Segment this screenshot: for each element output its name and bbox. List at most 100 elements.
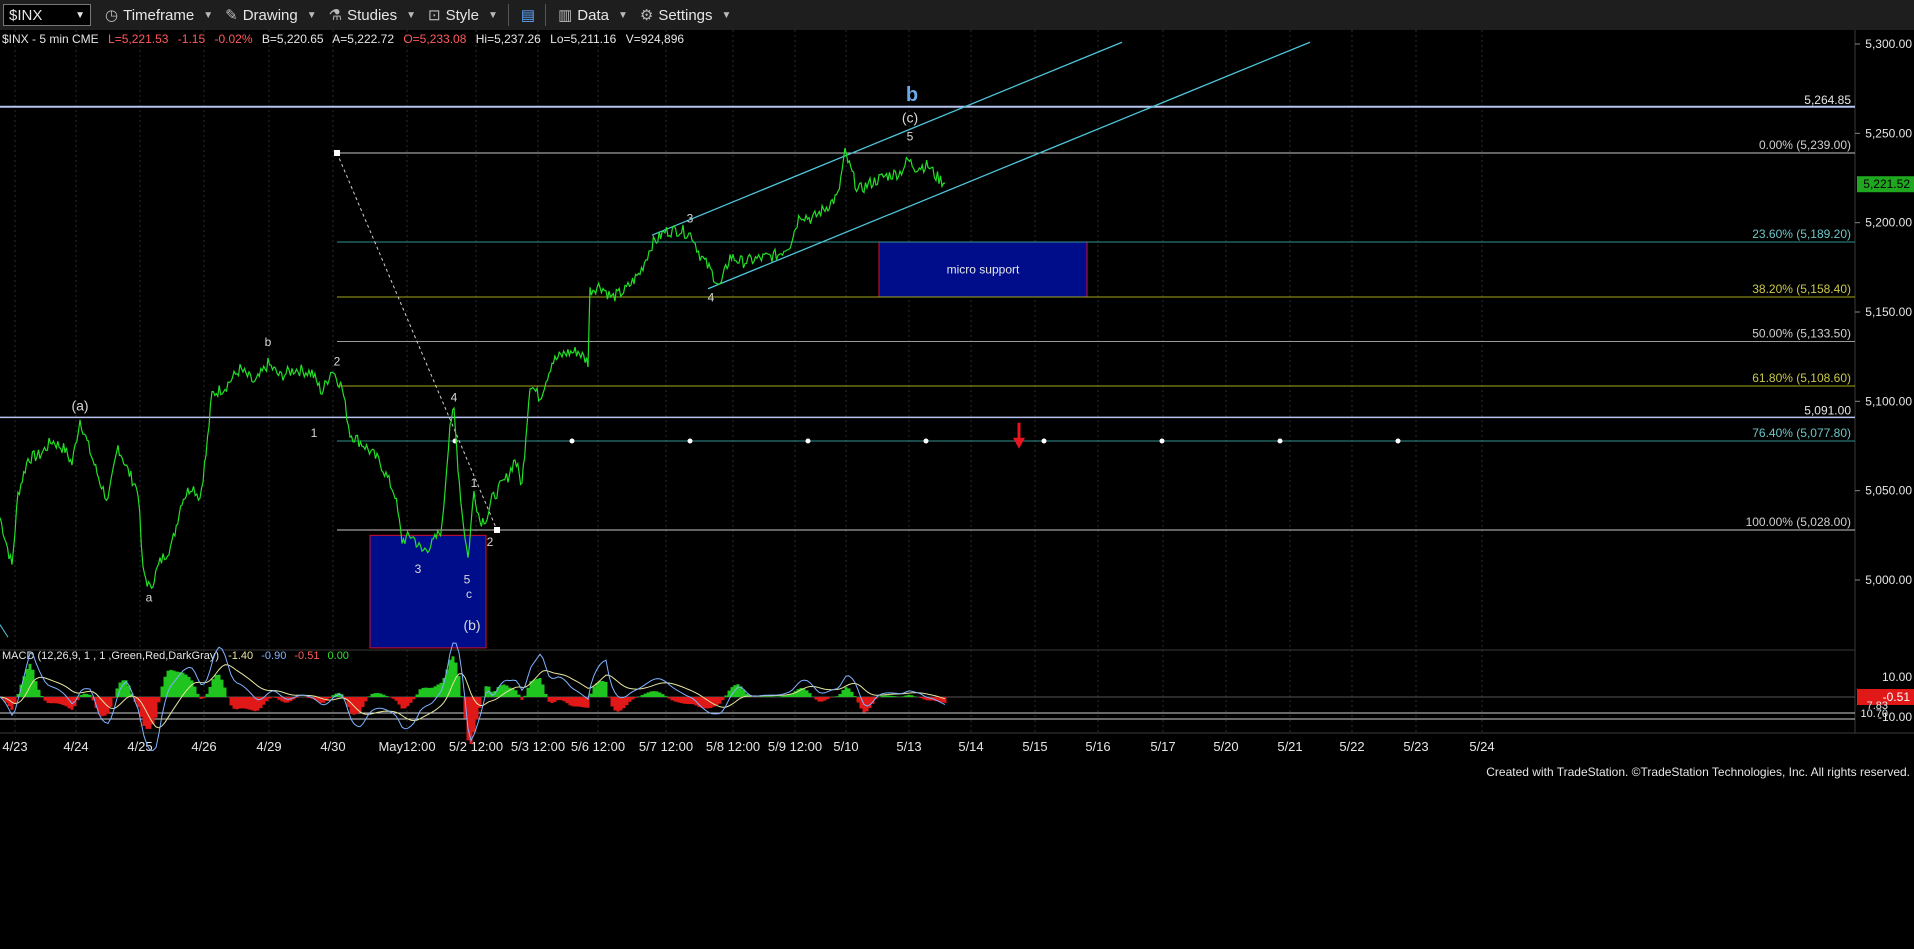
wave-label: 5 bbox=[464, 573, 471, 587]
x-tick-label: 5/21 bbox=[1277, 739, 1302, 754]
x-tick-label: 5/13 bbox=[896, 739, 921, 754]
chevron-down-icon: ▼ bbox=[721, 9, 732, 21]
x-tick-label: 5/17 bbox=[1150, 739, 1175, 754]
fib-level-label: 61.80% (5,108.60) bbox=[1752, 371, 1851, 385]
x-tick-label: 5/16 bbox=[1085, 739, 1110, 754]
header-bid: B=5,220.65 bbox=[262, 32, 324, 46]
x-tick-label: 5/3 12:00 bbox=[511, 739, 565, 754]
header-ask: A=5,222.72 bbox=[332, 32, 394, 46]
fib-level-label: 0.00% (5,239.00) bbox=[1759, 138, 1851, 152]
header-open: O=5,233.08 bbox=[403, 32, 466, 46]
header-low: Lo=5,211.16 bbox=[550, 32, 617, 46]
wave-label: 1 bbox=[311, 426, 318, 440]
fib-level-label: 23.60% (5,189.20) bbox=[1752, 227, 1851, 241]
target-dot bbox=[1041, 438, 1047, 444]
target-dot bbox=[1277, 438, 1283, 444]
wave-label: b bbox=[265, 335, 272, 349]
x-tick-label: 5/10 bbox=[833, 739, 858, 754]
wave-label: 2 bbox=[487, 535, 494, 549]
chart-background bbox=[0, 30, 1914, 949]
x-tick-label: May12:00 bbox=[378, 739, 435, 754]
divider bbox=[545, 4, 547, 26]
wave-label: c bbox=[466, 587, 472, 601]
studies-button[interactable]: ⚗ Studies ▼ bbox=[328, 6, 416, 25]
clock-icon: ◷ bbox=[105, 7, 119, 24]
wave-label: a bbox=[146, 590, 153, 604]
x-tick-label: 4/23 bbox=[2, 739, 27, 754]
style-icon: ⊡ bbox=[428, 7, 441, 24]
target-dot bbox=[569, 438, 575, 444]
style-label: Style bbox=[445, 6, 479, 24]
header-high: Hi=5,237.26 bbox=[476, 32, 541, 46]
pencil-icon: ✎ bbox=[225, 7, 238, 24]
flask-icon: ⚗ bbox=[328, 7, 343, 24]
wave-label: (a) bbox=[71, 397, 88, 413]
wave-label: 4 bbox=[451, 390, 458, 404]
timeframe-label: Timeframe bbox=[123, 6, 195, 24]
data-button[interactable]: ▥ Data ▼ bbox=[558, 6, 628, 25]
layout-icon: ▤ bbox=[520, 7, 536, 24]
current-price-label: 5,221.52 bbox=[1863, 177, 1910, 191]
target-dot bbox=[805, 438, 811, 444]
target-dot bbox=[1159, 438, 1165, 444]
x-tick-label: 4/25 bbox=[127, 739, 152, 754]
fib-anchor-handle bbox=[494, 526, 500, 533]
header-pct: -0.02% bbox=[214, 32, 252, 46]
wave-label: (c) bbox=[902, 110, 918, 126]
fib-level-label: 38.20% (5,158.40) bbox=[1752, 282, 1851, 296]
layout-button[interactable]: ▤ bbox=[521, 6, 535, 24]
macd-tick-label: 10.00 bbox=[1882, 670, 1912, 684]
fib-anchor-handle bbox=[334, 149, 340, 156]
x-tick-label: 5/14 bbox=[958, 739, 983, 754]
studies-label: Studies bbox=[347, 6, 398, 24]
macd-zero-value: 0.00 bbox=[328, 650, 349, 662]
price-chart[interactable]: $INX - 5 min CME L=5,221.53 -1.15 -0.02%… bbox=[0, 30, 1914, 949]
settings-button[interactable]: ⚙ Settings ▼ bbox=[639, 6, 732, 25]
x-tick-label: 5/24 bbox=[1469, 739, 1494, 754]
chevron-down-icon: ▼ bbox=[487, 9, 498, 21]
x-tick-label: 5/23 bbox=[1403, 739, 1428, 754]
y-tick-label: 5,050.00 bbox=[1865, 484, 1912, 498]
wave-label: 3 bbox=[687, 212, 694, 226]
macd-value: -1.40 bbox=[228, 650, 253, 662]
chevron-down-icon: ▼ bbox=[75, 9, 85, 21]
header-last: L=5,221.53 bbox=[108, 32, 169, 46]
x-tick-label: 5/15 bbox=[1022, 739, 1047, 754]
x-tick-label: 5/6 12:00 bbox=[571, 739, 625, 754]
wave-label: b bbox=[906, 84, 918, 106]
wave-label: (b) bbox=[463, 617, 480, 633]
y-tick-label: 5,000.00 bbox=[1865, 573, 1912, 587]
x-tick-label: 5/7 12:00 bbox=[639, 739, 693, 754]
y-tick-label: 5,300.00 bbox=[1865, 37, 1912, 51]
wave-label: 3 bbox=[415, 562, 422, 576]
chevron-down-icon: ▼ bbox=[617, 9, 628, 21]
x-tick-label: 5/22 bbox=[1339, 739, 1364, 754]
divider bbox=[507, 4, 509, 26]
target-dot bbox=[923, 438, 929, 444]
target-dot bbox=[1395, 438, 1401, 444]
fib-level-label: 100.00% (5,028.00) bbox=[1746, 515, 1851, 529]
style-button[interactable]: ⊡ Style ▼ bbox=[428, 6, 498, 25]
horizontal-level-label: 5,264.85 bbox=[1804, 93, 1851, 107]
target-dot bbox=[687, 438, 693, 444]
header-symbol: $INX - 5 min CME bbox=[2, 32, 99, 46]
macd-right-label: 10.70 bbox=[1860, 708, 1888, 720]
chevron-down-icon: ▼ bbox=[306, 9, 317, 21]
fib-level-label: 76.40% (5,077.80) bbox=[1752, 426, 1851, 440]
header-change: -1.15 bbox=[178, 32, 206, 46]
chevron-down-icon: ▼ bbox=[203, 9, 214, 21]
bar-chart-icon: ▥ bbox=[558, 7, 573, 24]
wave-label: 5 bbox=[907, 129, 914, 143]
macd-signal-value: -0.90 bbox=[261, 650, 286, 662]
footer-credit: Created with TradeStation. ©TradeStation… bbox=[1486, 765, 1910, 779]
x-tick-label: 4/30 bbox=[320, 739, 345, 754]
timeframe-button[interactable]: ◷ Timeframe ▼ bbox=[105, 6, 214, 25]
x-tick-label: 5/20 bbox=[1213, 739, 1238, 754]
drawing-button[interactable]: ✎ Drawing ▼ bbox=[225, 6, 317, 25]
y-tick-label: 5,250.00 bbox=[1865, 126, 1912, 140]
micro-support-label: micro support bbox=[947, 262, 1020, 276]
macd-hist-value: -0.51 bbox=[294, 650, 319, 662]
gear-icon: ⚙ bbox=[639, 7, 654, 24]
header-volume: V=924,896 bbox=[626, 32, 685, 46]
symbol-selector[interactable]: $INX ▼ bbox=[3, 4, 91, 26]
